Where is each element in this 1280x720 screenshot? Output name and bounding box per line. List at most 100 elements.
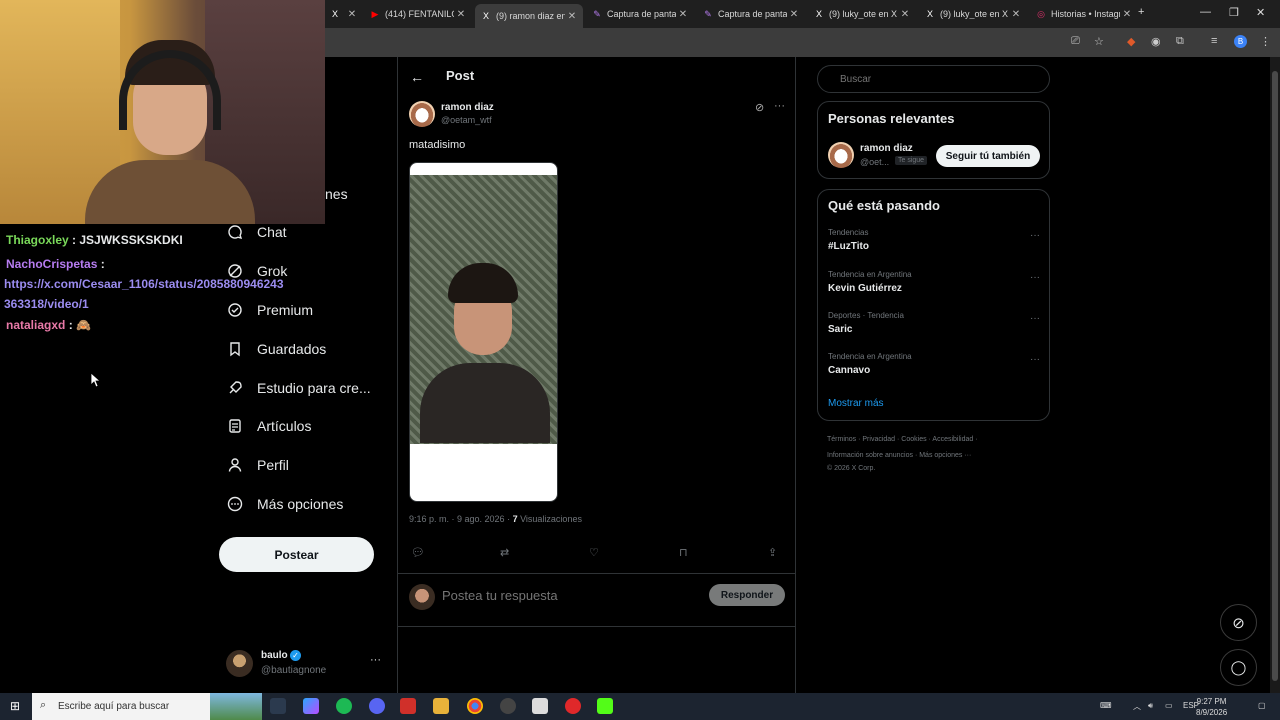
relevant-person-name[interactable]: ramon diaz — [860, 143, 913, 154]
taskbar-search[interactable]: ⌕ Escribe aquí para buscar — [32, 693, 262, 720]
footer-links-2[interactable]: Información sobre anuncios · Más opcione… — [827, 452, 971, 459]
minimize-button[interactable]: — — [1200, 6, 1211, 18]
close-tab-icon[interactable]: ✕ — [454, 9, 468, 20]
feather-icon: ✎ — [704, 9, 712, 19]
taskbar-clock[interactable]: 9:27 PM 8/9/2026 — [1196, 696, 1227, 718]
copilot-icon[interactable] — [303, 698, 319, 714]
browser-tab[interactable]: X (9) ramon diaz en ✕ — [475, 4, 583, 28]
screen: XSC✕▶(414) FENTANILO✕X(9) ramon diaz en✕… — [0, 0, 1280, 720]
grok-fab[interactable]: ⊘ — [1220, 604, 1257, 641]
tab-title: Captura de pantall — [607, 9, 676, 19]
close-tab-icon[interactable]: ✕ — [676, 9, 690, 20]
close-window-button[interactable]: ✕ — [1256, 6, 1265, 19]
capcut-icon[interactable] — [532, 698, 548, 714]
trend-item[interactable]: Tendencia en Argentina Kevin Gutiérrez ··· — [828, 270, 1040, 302]
new-tab-button[interactable]: + — [1138, 6, 1144, 18]
search-input[interactable] — [817, 65, 1050, 93]
file-explorer-icon[interactable] — [433, 698, 449, 714]
trend-more-icon[interactable]: ··· — [1030, 230, 1040, 241]
trending-card: Qué está pasando Tendencias #LuzTito ··· Te… — [817, 189, 1050, 421]
account-switcher[interactable]: baulo ✓ @bautiagnone ··· — [226, 648, 386, 682]
install-icon[interactable]: ⎚ — [1071, 35, 1080, 48]
extension-record-icon[interactable]: ◉ — [1151, 35, 1161, 48]
like-icon[interactable]: ♡ — [589, 546, 599, 559]
trend-item[interactable]: Tendencia en Argentina Cannavo ··· — [828, 352, 1040, 384]
nav-item-perfil[interactable]: Perfil — [226, 453, 289, 477]
browser-tab[interactable]: X (9) luky_ote en X ✕ — [919, 4, 1027, 24]
close-tab-icon[interactable]: ✕ — [345, 9, 359, 20]
nav-item-premium[interactable]: Premium — [226, 298, 313, 322]
reply-input[interactable] — [442, 588, 692, 603]
post-author-handle[interactable]: @oetam_wtf — [441, 115, 492, 125]
trend-more-icon[interactable]: ··· — [1030, 354, 1040, 365]
nav-item-estudio-para-cre[interactable]: Estudio para cre... — [226, 376, 371, 400]
account-avatar — [226, 650, 253, 677]
relevant-person-handle[interactable]: @oet... — [860, 157, 889, 167]
close-tab-icon[interactable]: ✕ — [787, 9, 801, 20]
messages-fab[interactable]: ◯ — [1220, 649, 1257, 686]
page-scrollbar[interactable] — [1270, 57, 1280, 693]
post-author-avatar[interactable] — [409, 101, 435, 127]
browser-tab[interactable]: ✎ Captura de pantall ✕ — [586, 4, 694, 24]
scrollbar-thumb[interactable] — [1272, 71, 1278, 681]
tray-chevron-icon[interactable]: ︿ — [1133, 701, 1141, 712]
reply-icon[interactable]: 💬︎ — [411, 546, 425, 559]
notifications-icon[interactable]: ▢ — [1258, 701, 1266, 710]
browser-tab[interactable]: ▶ (414) FENTANILO ✕ — [364, 4, 472, 24]
extensions-puzzle-icon[interactable]: ⧉ — [1176, 35, 1184, 48]
extension-fox-icon[interactable]: ◆ — [1127, 35, 1135, 48]
close-tab-icon[interactable]: ✕ — [1009, 9, 1023, 20]
media-controls-icon[interactable]: ≡ — [1211, 35, 1217, 47]
trend-more-icon[interactable]: ··· — [1030, 313, 1040, 324]
post-media-image[interactable] — [409, 162, 558, 502]
spotify-icon[interactable] — [336, 698, 352, 714]
maximize-button[interactable]: ❐ — [1229, 6, 1239, 19]
close-tab-icon[interactable]: ✕ — [565, 11, 579, 22]
task-view-icon[interactable] — [270, 698, 286, 714]
browser-tab[interactable]: X (9) luky_ote en X ✕ — [808, 4, 916, 24]
voicemod-icon[interactable] — [400, 698, 416, 714]
account-more-icon[interactable]: ··· — [370, 654, 381, 666]
grok-explain-icon[interactable]: ⊘ — [755, 101, 764, 114]
network-icon[interactable]: ▭ — [1165, 701, 1173, 710]
back-arrow-icon[interactable]: ← — [410, 69, 424, 85]
post-author-name[interactable]: ramon diaz — [441, 102, 494, 113]
browser-profile-avatar[interactable]: B — [1234, 35, 1247, 48]
repost-icon[interactable]: ⇄ — [500, 546, 509, 559]
windows-start-icon[interactable]: ⊞ — [10, 699, 20, 713]
clock-time: 9:27 PM — [1196, 697, 1227, 706]
post-button[interactable]: Postear — [219, 537, 374, 572]
browser-tab[interactable]: ◎ Historias • Instagr ✕ — [1030, 4, 1138, 24]
star-icon[interactable]: ☆ — [1094, 35, 1104, 48]
opera-icon[interactable] — [565, 698, 581, 714]
bookmark-icon[interactable]: ⊓ — [679, 546, 688, 559]
footer-links[interactable]: Términos · Privacidad · Cookies · Accesi… — [827, 436, 978, 443]
kick-icon[interactable] — [597, 698, 613, 714]
relevant-people-title: Personas relevantes — [828, 111, 955, 126]
close-tab-icon[interactable]: ✕ — [898, 9, 912, 20]
keyboard-icon[interactable]: ⌨ — [1100, 701, 1112, 710]
follow-back-button[interactable]: Seguir tú también — [936, 145, 1040, 167]
post-more-icon[interactable]: ··· — [774, 100, 785, 112]
relevant-person-avatar[interactable] — [828, 142, 854, 168]
browser-tab[interactable]: ✎ Captura de pantall ✕ — [697, 4, 805, 24]
nav-item-artículos[interactable]: Artículos — [226, 414, 311, 438]
trend-item[interactable]: Tendencias #LuzTito ··· — [828, 228, 1040, 260]
close-tab-icon[interactable]: ✕ — [1120, 9, 1134, 20]
trend-item[interactable]: Deportes · Tendencia Saric ··· — [828, 311, 1040, 343]
obs-icon[interactable] — [500, 698, 516, 714]
volume-icon[interactable]: 🔊︎ — [1148, 701, 1153, 711]
nav-item-más-opciones[interactable]: Más opciones — [226, 492, 343, 516]
trend-more-icon[interactable]: ··· — [1030, 272, 1040, 283]
browser-menu-icon[interactable]: ⋮ — [1260, 35, 1271, 48]
nav-item-guardados[interactable]: Guardados — [226, 337, 326, 361]
chrome-icon[interactable] — [467, 698, 483, 714]
reply-button[interactable]: Responder — [709, 584, 785, 606]
article-icon — [226, 417, 244, 435]
browser-tab[interactable]: XSC✕ — [324, 4, 360, 24]
discord-icon[interactable] — [369, 698, 385, 714]
chat-message: NachoCrispetas : — [6, 257, 105, 271]
feather-icon: ✎ — [593, 9, 601, 19]
share-icon[interactable]: ⇪ — [768, 546, 777, 559]
show-more-link[interactable]: Mostrar más — [828, 398, 884, 409]
